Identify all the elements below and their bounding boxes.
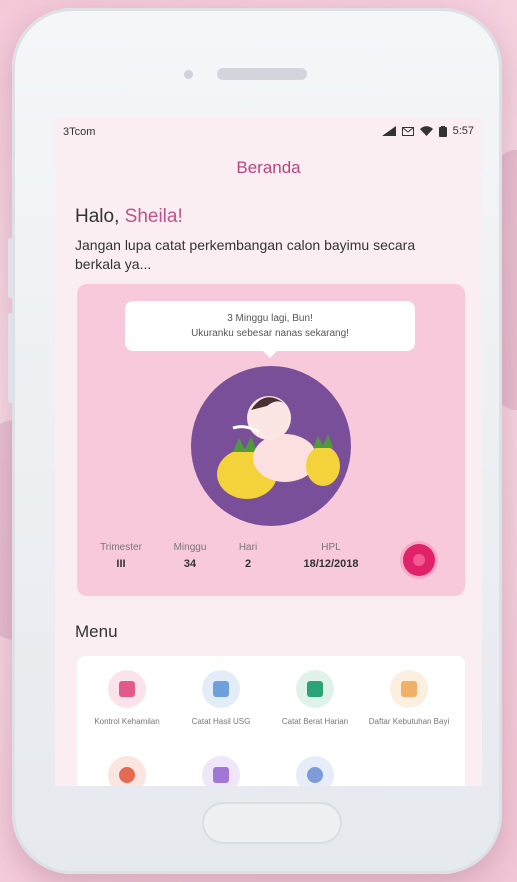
menu-item-label: Catat Berat Harian <box>281 717 349 726</box>
action-button[interactable] <box>403 544 435 576</box>
person-icon <box>108 756 146 786</box>
stat-hpl: HPL 18/12/2018 <box>271 542 391 570</box>
basket-icon <box>390 670 428 708</box>
stat-label: HPL <box>321 542 341 553</box>
status-bar: 3Tcom 5:57 <box>55 118 482 144</box>
menu-item-kontrol-kehamilan[interactable]: Kontrol Kehamilan <box>82 670 172 727</box>
menu-item-catat-usg[interactable]: Catat Hasil USG <box>176 670 266 727</box>
stat-value: 2 <box>244 558 252 570</box>
battery-icon <box>438 125 447 137</box>
phone-frame: 3Tcom 5:57 Beranda Halo, Sheila! Jangan … <box>8 8 502 874</box>
menu-item-person[interactable] <box>82 756 172 786</box>
menu-item-calendar[interactable] <box>176 756 266 786</box>
stat-value: 18/12/2018 <box>303 558 359 570</box>
pregnancy-progress-card[interactable]: 3 Minggu lagi, Bun! Ukuranku sebesar nan… <box>77 284 465 596</box>
stat-value: 34 <box>183 558 197 570</box>
app-screen: 3Tcom 5:57 Beranda Halo, Sheila! Jangan … <box>55 118 482 786</box>
menu-grid: Kontrol Kehamilan Catat Hasil USG Catat … <box>77 656 465 786</box>
mail-icon <box>401 126 414 136</box>
share-icon <box>296 756 334 786</box>
stat-trimester: Trimester III <box>87 542 155 570</box>
carrier-label: 3Tcom <box>63 126 96 138</box>
bubble-line-2: Ukuranku sebesar nanas sekarang! <box>191 328 349 339</box>
wifi-icon <box>419 126 433 136</box>
baby-pineapple-illustration <box>191 366 351 526</box>
page-title: Beranda <box>236 158 301 177</box>
scale-icon <box>296 670 334 708</box>
stat-label: Minggu <box>173 542 207 553</box>
bubble-line-1: 3 Minggu lagi, Bun! <box>227 313 313 324</box>
user-name: Sheila! <box>124 206 183 227</box>
menu-item-share[interactable] <box>270 756 360 786</box>
calendar-icon <box>202 756 240 786</box>
signal-icon <box>381 126 396 136</box>
stat-value: III <box>116 558 126 570</box>
action-button-dot <box>413 554 425 566</box>
greeting-message: Jangan lupa catat perkembangan calon bay… <box>75 237 416 272</box>
menu-title: Menu <box>75 622 118 641</box>
phone-side-button <box>8 313 13 403</box>
menu-item-label: Kontrol Kehamilan <box>94 717 160 726</box>
front-camera <box>184 70 193 79</box>
menu-item-label: Catat Hasil USG <box>191 717 251 726</box>
pregnancy-stats: Trimester III Minggu 34 Hari 2 HPL 18/12… <box>87 542 457 570</box>
phone-side-button <box>8 238 13 298</box>
greeting: Halo, Sheila! <box>75 206 183 228</box>
ultrasound-icon <box>202 670 240 708</box>
document-icon <box>108 670 146 708</box>
menu-item-catat-berat[interactable]: Catat Berat Harian <box>270 670 360 727</box>
stat-week: Minggu 34 <box>155 542 225 570</box>
greeting-hello: Halo, <box>75 206 120 227</box>
menu-item-label: Daftar Kebutuhan Bayi <box>368 717 450 726</box>
menu-item-daftar-kebutuhan[interactable]: Daftar Kebutuhan Bayi <box>364 670 454 727</box>
clock: 5:57 <box>452 125 474 137</box>
speech-bubble: 3 Minggu lagi, Bun! Ukuranku sebesar nan… <box>125 301 415 358</box>
stat-label: Trimester <box>100 542 142 553</box>
stat-label: Hari <box>238 542 258 553</box>
stat-day: Hari 2 <box>225 542 271 570</box>
phone-speaker <box>217 68 307 80</box>
home-button[interactable] <box>202 802 342 844</box>
